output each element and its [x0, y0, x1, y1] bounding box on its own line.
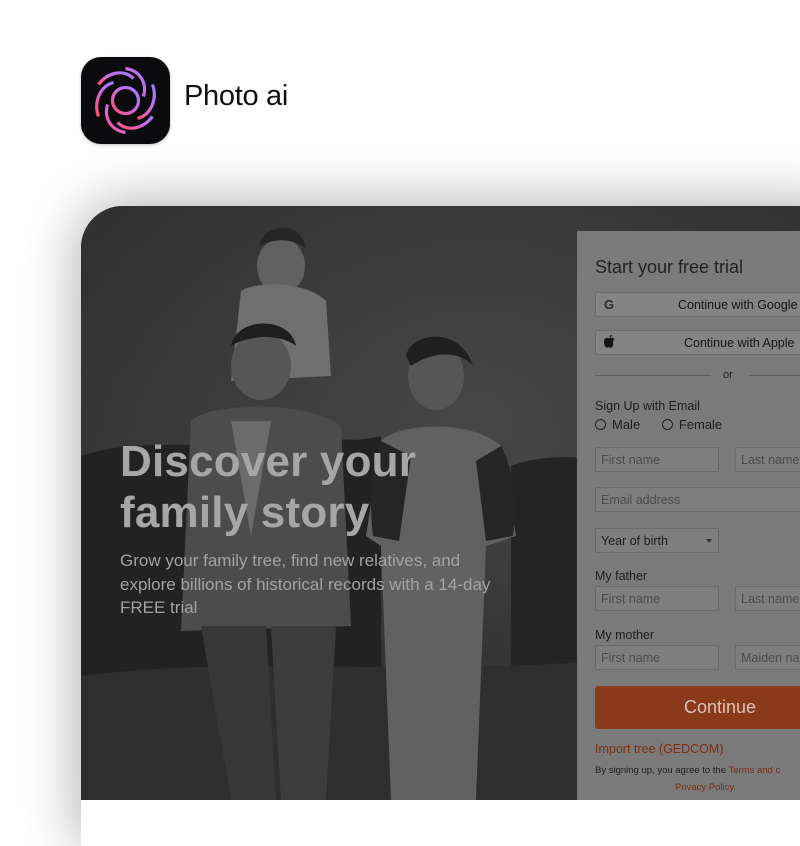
or-divider-text: or: [723, 369, 733, 381]
terms-prefix: By signing up, you agree to the: [595, 765, 726, 776]
email-input[interactable]: Email address: [595, 487, 800, 512]
mother-maiden-name-input[interactable]: Maiden name: [735, 645, 800, 670]
chevron-down-icon: [706, 539, 712, 543]
female-radio[interactable]: [661, 419, 673, 430]
terms-text: By signing up, you agree to the Terms an…: [595, 762, 800, 796]
continue-button[interactable]: Continue: [595, 686, 800, 729]
email-signup-label: Sign Up with Email: [595, 399, 700, 413]
apple-button-label: Continue with Apple: [684, 336, 795, 350]
app-logo-icon: [81, 57, 170, 144]
male-radio-label: Male: [612, 417, 641, 432]
female-radio-label: Female: [678, 417, 723, 432]
father-label: My father: [595, 569, 648, 583]
terms-link[interactable]: Terms and c: [728, 765, 780, 776]
hero-title: Discover your family story: [120, 437, 417, 537]
year-of-birth-select[interactable]: Year of birth: [595, 528, 719, 553]
male-radio[interactable]: [595, 419, 606, 430]
privacy-policy-link[interactable]: Privacy Policy.: [675, 782, 736, 793]
hero-subtitle: Grow your family tree, find new relative…: [120, 551, 491, 617]
google-icon: G: [604, 297, 615, 312]
divider-left: [595, 375, 711, 376]
father-last-name-input[interactable]: Last name: [735, 586, 800, 611]
import-tree-link[interactable]: Import tree (GEDCOM): [595, 742, 724, 756]
father-first-name-input[interactable]: First name: [595, 586, 719, 611]
apple-icon: [603, 334, 615, 351]
app-name: Photo ai: [184, 80, 289, 112]
first-name-input[interactable]: First name: [595, 447, 719, 472]
signup-title: Start your free trial: [595, 257, 744, 277]
continue-with-google-button[interactable]: G Continue with Google: [595, 292, 800, 317]
gender-radio-group: Male Female: [595, 417, 740, 432]
google-button-label: Continue with Google: [678, 298, 798, 312]
continue-with-apple-button[interactable]: Continue with Apple: [595, 330, 800, 355]
signup-panel: Start your free trial G Continue with Go…: [577, 231, 800, 800]
year-of-birth-value: Year of birth: [601, 534, 668, 548]
mother-label: My mother: [595, 628, 655, 642]
mother-first-name-input[interactable]: First name: [595, 645, 719, 670]
last-name-input[interactable]: Last name: [735, 447, 800, 472]
app-screenshot: Discover your family story Grow your fam…: [81, 206, 800, 800]
divider-right: [749, 375, 800, 376]
